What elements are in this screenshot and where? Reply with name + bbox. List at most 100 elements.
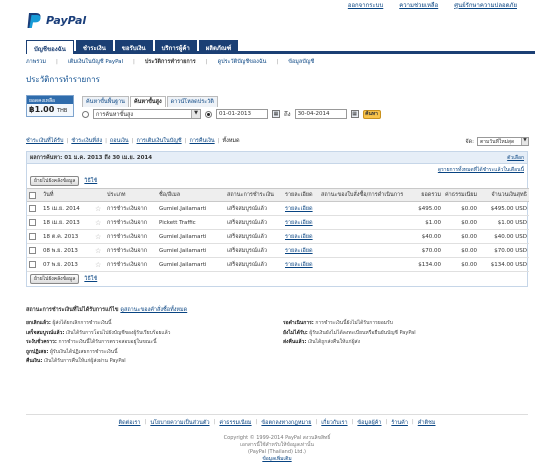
details-link[interactable]: รายละเอียด [283, 257, 319, 272]
cell-status: เสร็จสมบูรณ์แล้ว [225, 229, 283, 244]
logout-link[interactable]: ออกจากระบบ [348, 0, 383, 10]
calendar-icon[interactable]: ▦ [350, 110, 359, 118]
status-definition: เสร็จสมบูรณ์แล้ว: เงินได้รับการโอนไปยังบ… [26, 329, 171, 336]
help-link[interactable]: ความช่วยเหลือ [399, 0, 438, 10]
tab-products[interactable]: ผลิตภัณฑ์ [198, 40, 239, 52]
column-header [93, 188, 105, 202]
flag-icon[interactable]: ☆ [95, 261, 101, 269]
cell-name: Gumiel.Jailamarti [157, 229, 225, 244]
filter-refunds[interactable]: การคืนเงิน [190, 137, 215, 145]
search-type-select[interactable]: การค้นหาขั้นสูง ▼ [93, 109, 201, 119]
table-row: 15 เม.ย. 2014 ☆ การชำระเงินจาก Gumiel.Ja… [27, 201, 529, 216]
filter-sent[interactable]: ชำระเงินที่ส่ง [71, 137, 102, 145]
row-checkbox[interactable] [29, 247, 36, 254]
status-definition: ส่งคืนแล้ว: เงินได้ถูกส่งคืนให้แก่ผู้ส่ง [283, 339, 361, 345]
filter-all[interactable]: ทั้งหมด [223, 137, 240, 145]
cell-name: Gumiel.Jailamarti [157, 243, 225, 258]
to-label: ถึง [284, 111, 291, 118]
all-status-link[interactable]: ดูสถานะของคำสั่งซื้อทั้งหมด [120, 307, 187, 313]
cell-type: การชำระเงินจาก [105, 243, 157, 258]
column-header[interactable]: สถานะการชำระเงิน [225, 188, 283, 202]
date-to-input[interactable]: 30-04-2014 [294, 109, 347, 119]
paypal-logo[interactable]: PayPal [26, 10, 106, 30]
sort-select[interactable]: ตามวันที่ใหม่สุด ▼ [477, 137, 529, 146]
footer-link[interactable]: ร้านค้า [391, 419, 408, 427]
cell-date: 18 เม.ย. 2013 [41, 215, 93, 230]
transactions-table: วันที่ ประเภท ชื่อ/อีเมล สถานะการชำระเงิ… [27, 188, 529, 272]
footer-link[interactable]: ค่าธรรมเนียม [219, 419, 251, 427]
explain-left-column: ยกเลิกแล้ว: ผู้ส่งได้ยกเลิกการชำระเงินนี… [26, 320, 271, 368]
footer-link[interactable]: ข้อมูลผู้ค้า [357, 419, 381, 427]
date-from-input[interactable]: 01-01-2013 [216, 109, 268, 119]
column-header[interactable]: ชื่อ/อีเมล [157, 188, 225, 202]
subnav-history[interactable]: ประวัติการทำรายการ [145, 58, 196, 66]
footer-link[interactable]: นโยบายความเป็นส่วนตัว [150, 419, 209, 427]
footer-link[interactable]: ข้อตกลงทางกฎหมาย [261, 419, 311, 427]
search-type-radio[interactable] [82, 110, 89, 118]
tab-send[interactable]: ชำระเงิน [75, 40, 113, 52]
filter-received[interactable]: ชำระเงินที่ได้รับ [26, 137, 63, 145]
cell-date: 08 พ.ย. 2013 [41, 243, 93, 258]
cell-name: Pickett Traffic [157, 215, 225, 230]
calendar-icon[interactable]: ▦ [272, 110, 280, 118]
column-header[interactable]: ยอดรวม [405, 188, 443, 202]
cell-gross: $1.00 [405, 215, 443, 230]
help-link[interactable]: วิธีใช้ [84, 275, 97, 283]
tab-basic-search[interactable]: ค้นหาขั้นพื้นฐาน [82, 96, 129, 107]
subnav-profile[interactable]: ข้อมูลบัญชี [288, 58, 314, 66]
sort-control: จัด: ตามวันที่ใหม่สุด ▼ [465, 137, 529, 146]
select-all-checkbox[interactable] [29, 191, 36, 199]
status-definition: รอดำเนินการ: การชำระเงินนี้ยังไม่ได้รับก… [283, 320, 393, 326]
details-link[interactable]: รายละเอียด [283, 243, 319, 258]
archive-button[interactable]: ย้ายไปยังคลังข้อมูล [30, 274, 80, 284]
options-link[interactable]: ตัวเลือก [507, 154, 524, 162]
tab-download-history[interactable]: ดาวน์โหลดประวัติ [166, 96, 218, 107]
cell-net: $1.00 USD [479, 215, 529, 230]
month-notice-link[interactable]: ดูรายการทั้งหมดที่ได้ชำระแล้วในเดือนนี้ [27, 164, 527, 174]
cell-net: $134.00 USD [479, 257, 529, 272]
cell-date: 15 เม.ย. 2014 [41, 201, 93, 216]
footer-link[interactable]: เกี่ยวกับเรา [321, 419, 347, 427]
details-link[interactable]: รายละเอียด [283, 229, 319, 244]
tab-advanced-search[interactable]: ค้นหาขั้นสูง [129, 96, 166, 107]
tab-my-account[interactable]: บัญชีของฉัน [26, 40, 74, 54]
cell-gross: $40.00 [405, 229, 443, 244]
cell-type: การชำระเงินจาก [105, 257, 157, 272]
subnav-overview[interactable]: ภาพรวม [26, 58, 46, 66]
security-center-link[interactable]: ศูนย์รักษาความปลอดภัย [454, 0, 517, 10]
column-header[interactable]: จำนวนเงินสุทธิ [479, 188, 529, 202]
logo-text: PayPal [46, 14, 86, 27]
row-checkbox[interactable] [29, 261, 36, 268]
column-header[interactable]: วันที่ [41, 188, 93, 202]
search-button[interactable]: ค้นหา [362, 109, 381, 119]
sub-nav: ภาพรวม | เติมเงินในบัญชี PayPal | ประวัต… [26, 58, 315, 66]
help-link[interactable]: วิธีใช้ [84, 177, 97, 185]
details-link[interactable]: รายละเอียด [283, 215, 319, 230]
date-range-radio[interactable] [205, 110, 212, 118]
footer-link[interactable]: คำติชม [418, 419, 436, 427]
flag-icon[interactable]: ☆ [95, 219, 101, 227]
filter-add-funds[interactable]: การเติมเงินในบัญชี [137, 137, 182, 145]
details-link[interactable]: รายละเอียด [283, 201, 319, 216]
filter-withdrawals[interactable]: ถอนเงิน [110, 137, 129, 145]
flag-icon[interactable]: ☆ [95, 247, 101, 255]
row-checkbox[interactable] [29, 233, 36, 240]
tab-request[interactable]: ขอรับเงิน [114, 40, 153, 52]
balance-box: ยอดคงเหลือ ฿1.00 THB [26, 95, 74, 117]
subnav-add-funds[interactable]: เติมเงินในบัญชี PayPal [68, 58, 123, 66]
footer-link[interactable]: ติดต่อเรา [119, 419, 141, 427]
column-header: สถานะของใบสั่งซื้อ/การดำเนินการ [319, 188, 405, 202]
column-header[interactable]: ค่าธรรมเนียม [443, 188, 479, 202]
column-header[interactable]: ประเภท [105, 188, 157, 202]
subnav-account-history[interactable]: ดูประวัติบัญชีของฉัน [218, 58, 267, 66]
copyright: Copyright © 1999-2014 PayPal สงวนลิขสิทธ… [26, 435, 528, 463]
cell-fee: $0.00 [443, 229, 479, 244]
archive-button[interactable]: ย้ายไปยังคลังข้อมูล [30, 176, 80, 186]
tab-merchant-services[interactable]: บริการผู้ค้า [154, 40, 197, 52]
table-row: 07 พ.ย. 2013 ☆ การชำระเงินจาก Gumiel.Jai… [27, 257, 529, 272]
cell-status: เสร็จสมบูรณ์แล้ว [225, 257, 283, 272]
row-checkbox[interactable] [29, 219, 36, 226]
flag-icon[interactable]: ☆ [95, 205, 101, 213]
row-checkbox[interactable] [29, 205, 36, 212]
flag-icon[interactable]: ☆ [95, 233, 101, 241]
